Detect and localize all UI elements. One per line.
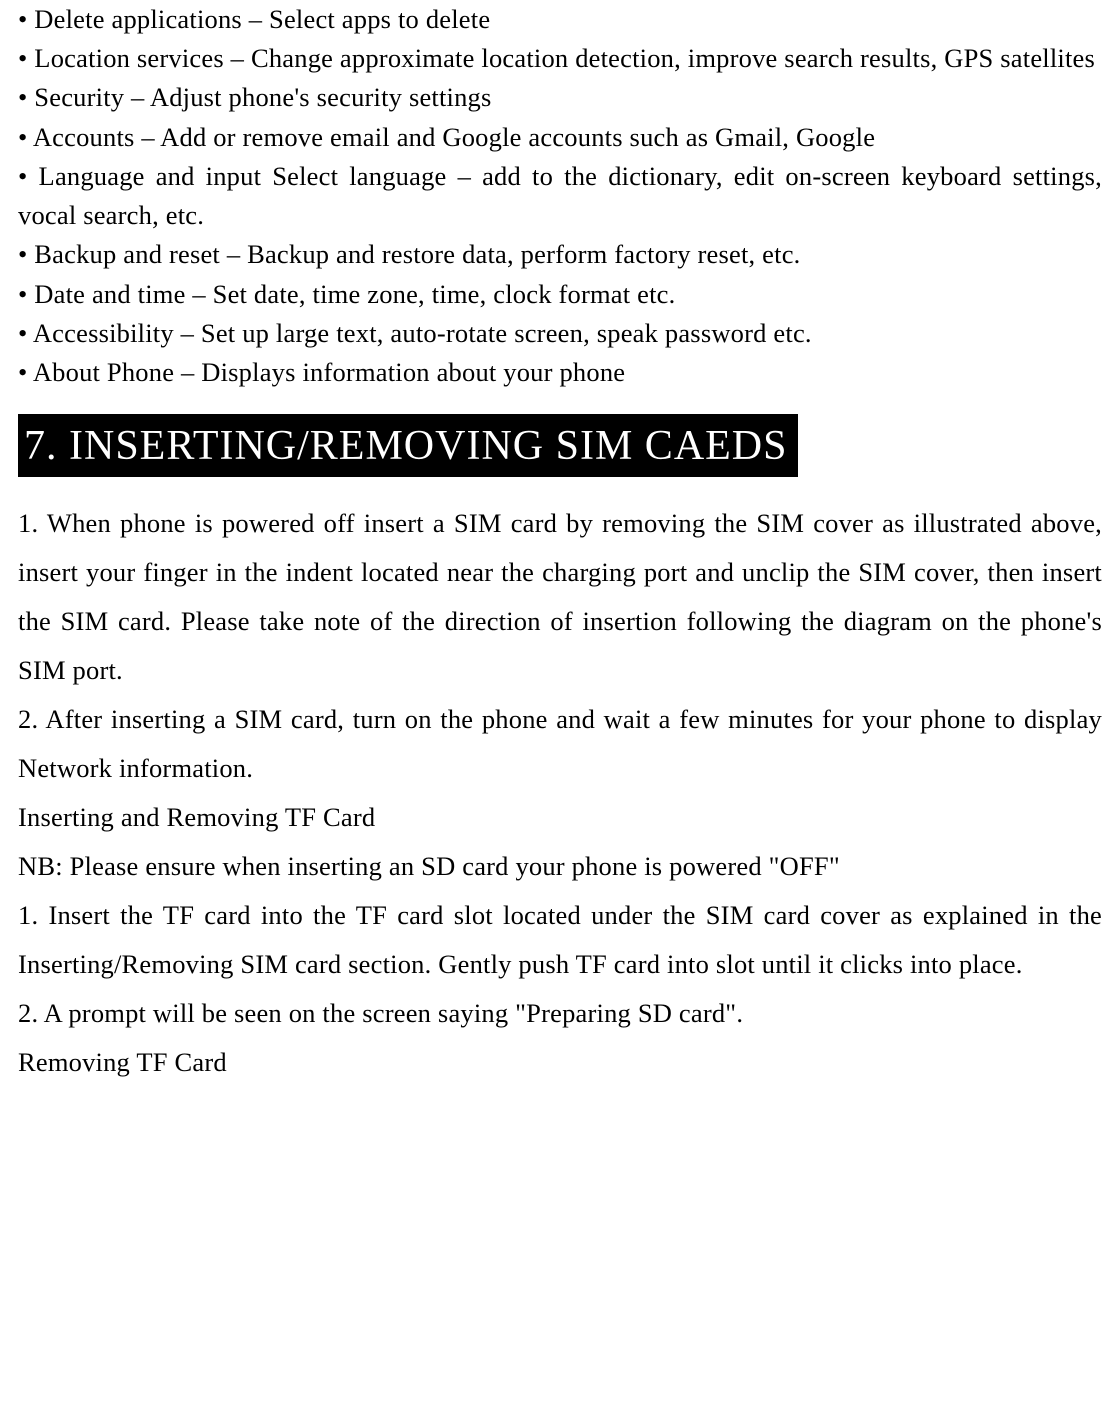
- tf-step-2-prompt: 2. A prompt will be seen on the screen s…: [18, 989, 1102, 1038]
- bullet-accounts: • Accounts – Add or remove email and Goo…: [18, 118, 1102, 157]
- bullet-delete-applications: • Delete applications – Select apps to d…: [18, 0, 1102, 39]
- bullet-about-phone: • About Phone – Displays information abo…: [18, 353, 1102, 392]
- step-2-turn-on: 2. After inserting a SIM card, turn on t…: [18, 695, 1102, 793]
- section-heading-7: 7. INSERTING/REMOVING SIM CAEDS: [18, 414, 798, 477]
- bullet-accessibility: • Accessibility – Set up large text, aut…: [18, 314, 1102, 353]
- manual-page: • Delete applications – Select apps to d…: [0, 0, 1120, 1127]
- step-1-insert-sim: 1. When phone is powered off insert a SI…: [18, 499, 1102, 695]
- bullet-date-time: • Date and time – Set date, time zone, t…: [18, 275, 1102, 314]
- settings-bullets: • Delete applications – Select apps to d…: [18, 0, 1102, 392]
- section-heading-wrap: 7. INSERTING/REMOVING SIM CAEDS: [18, 414, 1102, 477]
- bullet-security: • Security – Adjust phone's security set…: [18, 78, 1102, 117]
- subhead-tf-card: Inserting and Removing TF Card: [18, 793, 1102, 842]
- bullet-backup-reset: • Backup and reset – Backup and restore …: [18, 235, 1102, 274]
- sim-steps: 1. When phone is powered off insert a SI…: [18, 499, 1102, 1087]
- subhead-removing-tf: Removing TF Card: [18, 1038, 1102, 1087]
- bullet-language-input: • Language and input Select language – a…: [18, 157, 1102, 235]
- tf-step-1-insert: 1. Insert the TF card into the TF card s…: [18, 891, 1102, 989]
- nb-power-off: NB: Please ensure when inserting an SD c…: [18, 842, 1102, 891]
- bullet-location-services: • Location services – Change approximate…: [18, 39, 1102, 78]
